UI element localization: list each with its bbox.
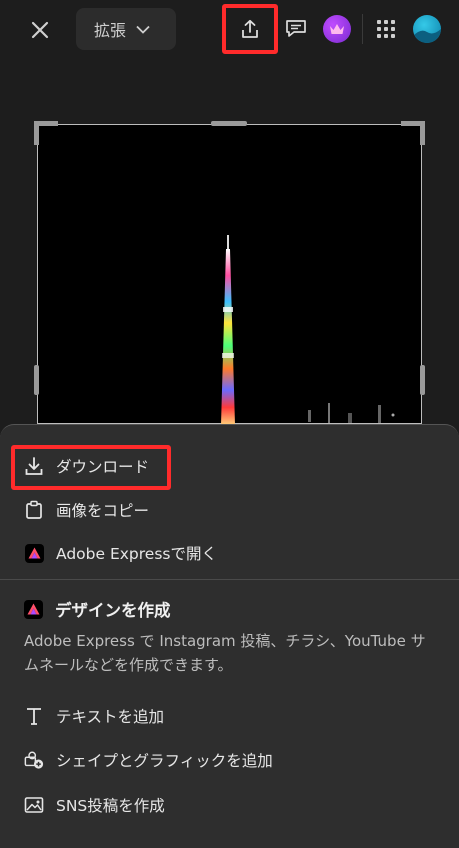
add-text-button[interactable]: テキストを追加	[24, 705, 164, 727]
share-icon	[242, 19, 258, 38]
create-sns-label: SNS投稿を作成	[56, 797, 165, 815]
tower-image	[221, 235, 235, 425]
city-lights	[308, 403, 395, 423]
sheet-divider	[0, 579, 459, 580]
section-title: デザインを作成	[24, 597, 171, 621]
chevron-down-icon	[136, 25, 150, 34]
comment-button[interactable]	[283, 16, 309, 42]
resize-handle[interactable]	[420, 365, 425, 395]
top-bar: 拡張	[0, 0, 459, 60]
section-title-text: デザインを作成	[55, 601, 171, 620]
text-icon	[24, 706, 44, 726]
copy-image-button[interactable]: 画像をコピー	[24, 499, 149, 521]
share-sheet: ダウンロード 画像をコピー Adobe Expressで開く デザインを作成 A…	[0, 424, 459, 848]
apps-grid-icon[interactable]	[375, 18, 397, 40]
copy-image-label: 画像をコピー	[56, 502, 150, 520]
toolbar-divider	[362, 14, 363, 44]
avatar[interactable]	[413, 15, 441, 43]
premium-button[interactable]	[323, 15, 351, 43]
mode-label: 拡張	[94, 21, 127, 40]
crown-icon	[330, 24, 344, 34]
add-shapes-button[interactable]: シェイプとグラフィックを追加	[24, 749, 273, 771]
clipboard-icon	[24, 500, 44, 520]
section-description: Adobe Express で Instagram 投稿、チラシ、YouTube…	[24, 632, 426, 674]
resize-handle[interactable]	[420, 121, 425, 145]
resize-handle[interactable]	[211, 121, 247, 126]
add-text-label: テキストを追加	[56, 708, 165, 726]
download-label: ダウンロード	[56, 458, 150, 476]
image-icon	[24, 795, 44, 815]
shapes-add-icon	[24, 750, 44, 770]
comment-icon	[286, 20, 306, 37]
image-canvas[interactable]	[34, 121, 425, 425]
open-express-label: Adobe Expressで開く	[56, 545, 217, 563]
close-button[interactable]	[26, 16, 54, 44]
open-express-button[interactable]: Adobe Expressで開く	[24, 542, 217, 564]
resize-handle[interactable]	[34, 121, 39, 145]
adobe-express-icon	[24, 599, 43, 619]
share-button[interactable]	[222, 4, 278, 54]
mode-dropdown[interactable]: 拡張	[76, 8, 176, 50]
download-icon	[24, 456, 44, 476]
adobe-express-icon	[24, 543, 44, 563]
create-sns-post-button[interactable]: SNS投稿を作成	[24, 794, 165, 816]
download-button[interactable]: ダウンロード	[24, 455, 149, 477]
add-shapes-label: シェイプとグラフィックを追加	[56, 752, 273, 770]
resize-handle[interactable]	[34, 365, 39, 395]
close-icon	[31, 21, 49, 39]
